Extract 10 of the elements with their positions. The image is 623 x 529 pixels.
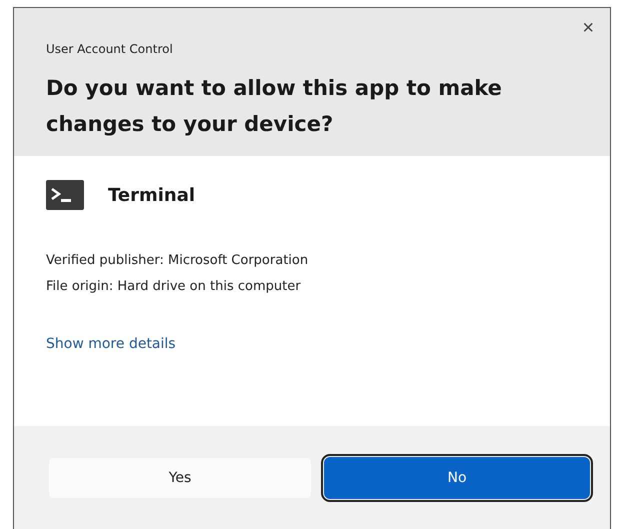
question-heading: Do you want to allow this app to make changes to your device?	[46, 75, 503, 138]
terminal-icon	[46, 180, 84, 210]
detail-text: Verified publisher: Microsoft Corporation	[46, 252, 310, 270]
secondary-button[interactable]: Yes	[48, 457, 312, 499]
show-details-link[interactable]: Show more details	[46, 336, 176, 352]
window-title: User Account Control	[46, 42, 173, 56]
detail-text: File origin: Hard drive on this computer	[46, 278, 302, 296]
app-name: Terminal	[108, 184, 196, 206]
close-button[interactable]: ×	[578, 18, 598, 38]
primary-button[interactable]: No	[324, 457, 590, 499]
